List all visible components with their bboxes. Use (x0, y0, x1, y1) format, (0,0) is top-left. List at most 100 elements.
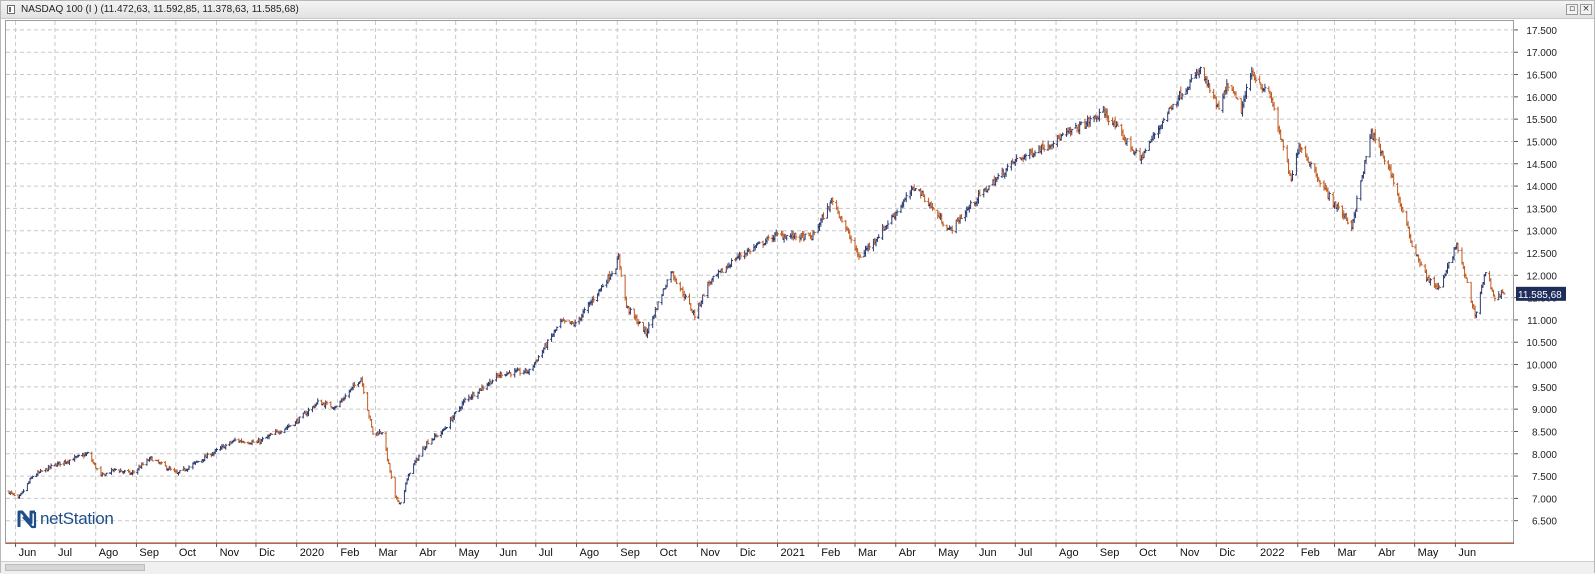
price-chart[interactable]: 6.500 7.000 7.500 8.000 8.500 9.000 9.500 10.00… (1, 1, 1594, 561)
x-tick-label: Jun (979, 547, 997, 559)
netstation-logo: netStation (17, 507, 114, 531)
y-tick-label: 16.000 (1526, 93, 1557, 104)
ohlc-bar (1318, 180, 1322, 188)
x-tick-label: Mar (858, 547, 877, 559)
ohlc-bar (1217, 100, 1221, 110)
horizontal-scrollbar[interactable] (1, 561, 1594, 574)
x-tick-label: 2021 (781, 547, 805, 559)
x-tick-label: Feb (821, 547, 840, 559)
x-tick-label: May (1418, 547, 1439, 559)
x-tick-label: Jul (58, 547, 72, 559)
ohlc-bar (343, 393, 347, 400)
x-tick-label: Abr (1378, 547, 1395, 559)
x-tick-label: Jun (1458, 547, 1476, 559)
y-tick-label: 6.500 (1532, 517, 1557, 528)
ohlc-bar (417, 454, 421, 461)
ohlc-bar (371, 426, 375, 435)
y-tick-label: 8.000 (1532, 450, 1557, 461)
ohlc-bar (1279, 129, 1283, 140)
ohlc-bar (362, 383, 366, 395)
y-tick-label: 12.500 (1526, 249, 1557, 260)
ohlc-bar (329, 401, 333, 408)
x-tick-label: 2022 (1260, 547, 1284, 559)
ohlc-bar (1281, 139, 1285, 151)
y-tick-label: 14.000 (1526, 182, 1557, 193)
ohlc-bar (412, 463, 416, 475)
ohlc-bar (825, 203, 829, 219)
ohlc-bar (187, 465, 191, 471)
ohlc-bar (1502, 292, 1506, 295)
x-tick-label: Nov (700, 547, 720, 559)
ohlc-bar (393, 476, 397, 498)
x-tick-label: Dic (740, 547, 756, 559)
x-tick-label: Abr (419, 547, 436, 559)
ohlc-bar (1189, 74, 1193, 83)
x-tick-label: Nov (220, 547, 240, 559)
x-tick-label: Oct (179, 547, 196, 559)
y-tick-label: 12.000 (1526, 271, 1557, 282)
x-tick-label: Oct (660, 547, 677, 559)
y-tick-label: 9.500 (1532, 383, 1557, 394)
ohlc-bar (104, 472, 108, 476)
x-tick-label: May (938, 547, 959, 559)
ohlc-bar (1478, 291, 1482, 315)
x-tick-label: Jun (499, 547, 517, 559)
ohlc-bar (877, 234, 881, 238)
y-tick-label: 7.500 (1532, 472, 1557, 483)
last-price-label: 11.585,68 (1518, 290, 1562, 301)
ohlc-bar (370, 418, 374, 428)
ohlc-bar (1359, 180, 1363, 201)
ohlc-bar (945, 224, 949, 231)
ohlc-bar (25, 483, 29, 492)
x-tick-label: Jul (1018, 547, 1032, 559)
ohlc-bar (1355, 195, 1359, 212)
ohlc-bar (1469, 281, 1473, 304)
ohlc-bar (904, 192, 908, 203)
x-tick-label: Ago (99, 547, 119, 559)
y-tick-label: 10.500 (1526, 338, 1557, 349)
x-tick-label: Ago (1059, 547, 1079, 559)
ohlc-bar (647, 321, 651, 334)
x-tick-label: Mar (379, 547, 398, 559)
ohlc-bar (661, 288, 665, 297)
y-tick-label: 15.000 (1526, 137, 1557, 148)
x-tick-label: Sep (139, 547, 159, 559)
x-tick-label: Sep (620, 547, 640, 559)
y-tick-label: 13.000 (1526, 227, 1557, 238)
scrollbar-thumb[interactable] (5, 564, 145, 571)
x-tick-label: Dic (259, 547, 275, 559)
y-tick-label: 15.500 (1526, 115, 1557, 126)
x-tick-label: Mar (1338, 547, 1357, 559)
ohlc-bar (389, 470, 393, 480)
x-tick-label: Ago (580, 547, 600, 559)
ohlc-bar (844, 220, 848, 232)
ohlc-bar (563, 319, 567, 324)
y-tick-label: 7.000 (1532, 494, 1557, 505)
x-tick-label: Feb (340, 547, 359, 559)
netstation-logo-text: netStation (40, 509, 114, 528)
y-tick-label: 14.500 (1526, 160, 1557, 171)
y-tick-label: 8.500 (1532, 427, 1557, 438)
y-tick-label: 13.500 (1526, 204, 1557, 215)
x-tick-label: Dic (1219, 547, 1235, 559)
x-tick-label: Sep (1100, 547, 1120, 559)
y-tick-label: 9.000 (1532, 405, 1557, 416)
ohlc-bar (366, 391, 370, 412)
ohlc-bar (301, 412, 305, 419)
y-tick-label: 11.000 (1527, 316, 1557, 327)
ohlc-bar (678, 281, 682, 292)
ohlc-bar (1258, 75, 1262, 84)
ohlc-bar (1208, 83, 1212, 94)
x-tick-label: May (459, 547, 480, 559)
ohlc-bar (564, 320, 568, 322)
x-tick-label: Nov (1180, 547, 1200, 559)
y-tick-label: 17.500 (1526, 26, 1557, 37)
ohlc-bar (316, 398, 320, 405)
x-tick-label: Jul (539, 547, 553, 559)
y-tick-label: 10.000 (1526, 361, 1557, 372)
x-tick-label: Jun (19, 547, 37, 559)
ohlc-bar (86, 451, 90, 454)
ohlc-bar (688, 293, 692, 305)
netstation-n-logo-icon (17, 510, 37, 529)
ohlc-bar (1493, 295, 1497, 302)
